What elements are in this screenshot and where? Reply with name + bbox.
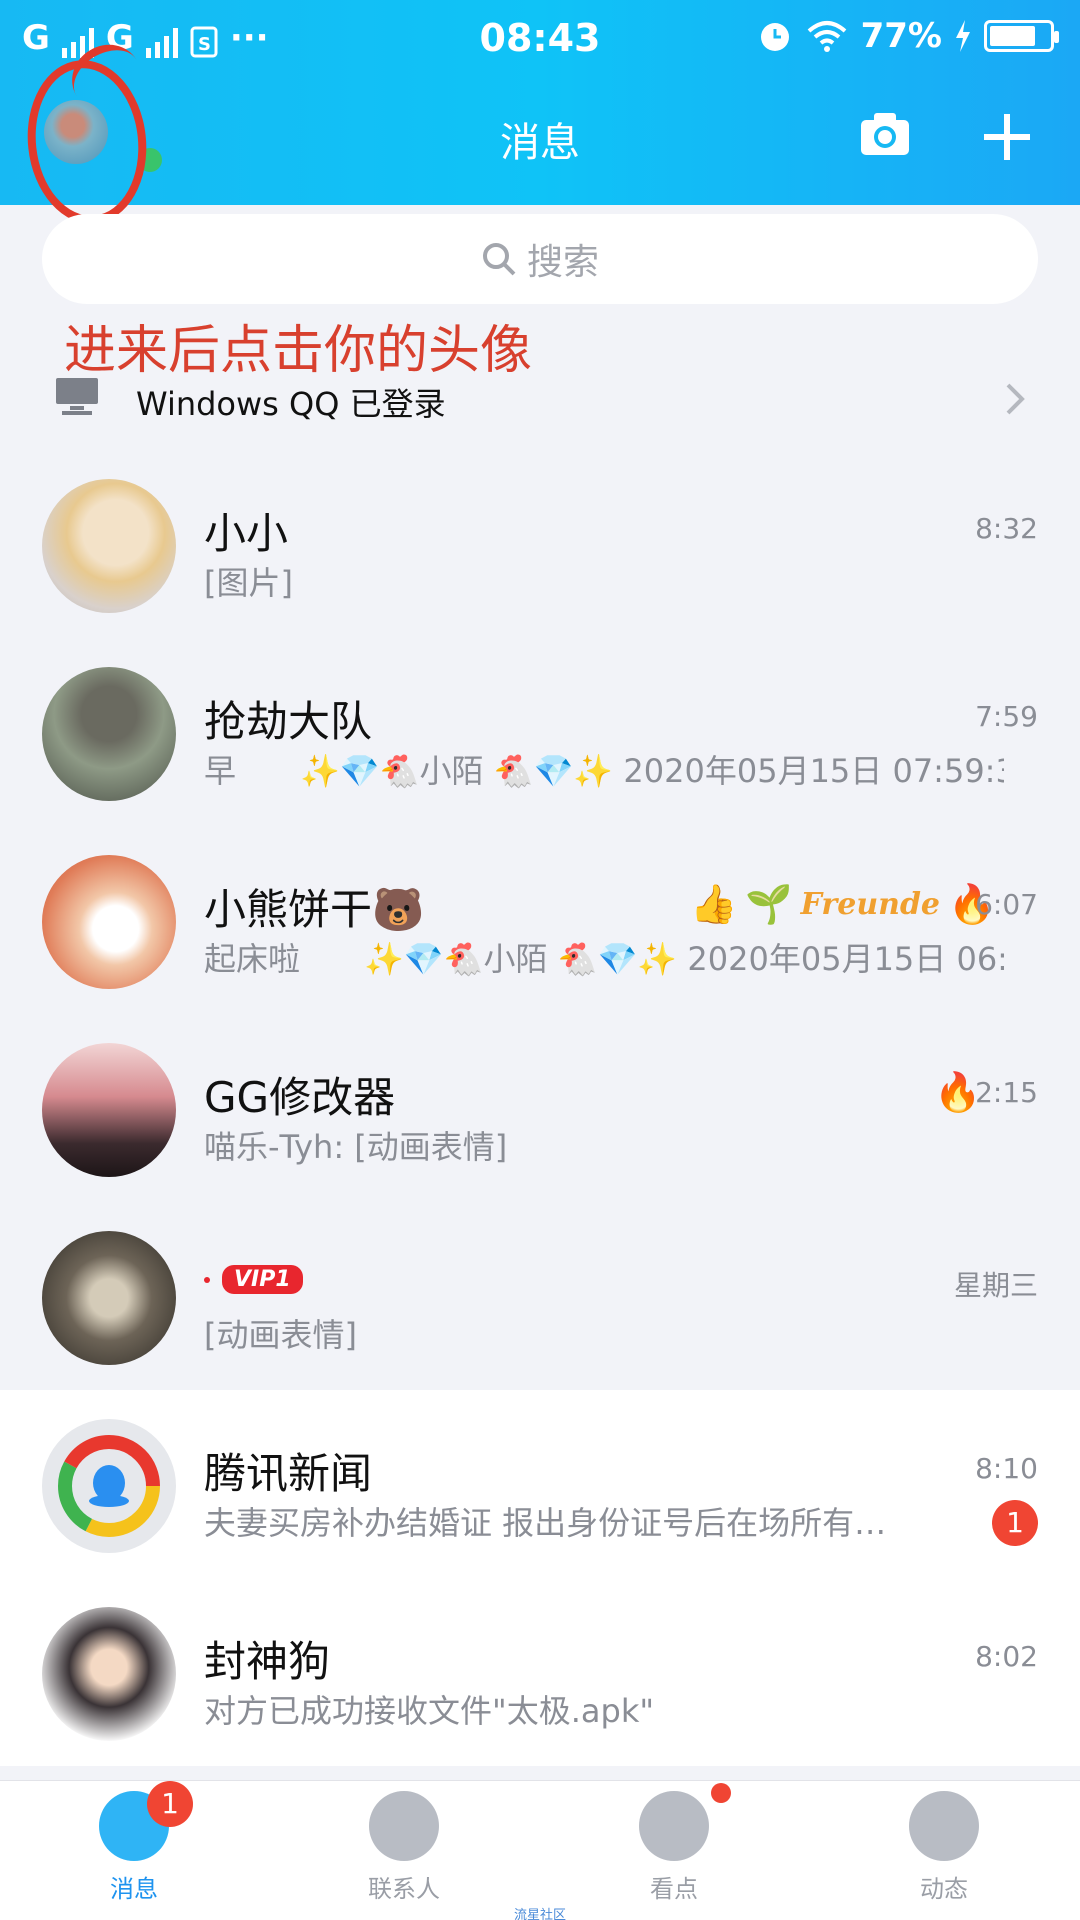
chat-time: 星期三: [953, 1269, 1038, 1302]
chat-preview: 夫妻买房补办结婚证 报出身份证号后在场所有…: [204, 1504, 887, 1542]
chat-time: 7:59: [975, 700, 1038, 733]
chat-name: GG修改器: [204, 1073, 396, 1122]
avatar: [42, 479, 176, 613]
name-dot: [204, 1276, 210, 1283]
chat-time: 6:07: [975, 888, 1038, 921]
avatar: [42, 1043, 176, 1177]
computer-icon: [56, 378, 98, 415]
tab-label: 消息: [110, 1875, 158, 1903]
battery-level: [990, 26, 1035, 46]
chat-name: .VIP1: [204, 1252, 303, 1301]
chat-time: 8:02: [975, 1640, 1038, 1673]
search-bar[interactable]: 搜索: [42, 214, 1038, 304]
tab-label: 看点: [650, 1875, 698, 1903]
title-bar: G G S ··· 08:43 77% 6 消息: [0, 0, 1080, 230]
search-placeholder: 搜索: [526, 242, 599, 283]
contacts-icon: [369, 1791, 439, 1861]
pc-login-text: Windows QQ 已登录: [136, 385, 446, 423]
tab-moments[interactable]: 动态: [864, 1791, 1024, 1904]
chat-name: 腾讯新闻: [204, 1449, 373, 1498]
battery-percent: 77%: [860, 16, 942, 56]
chat-time: 8:32: [975, 512, 1038, 545]
chat-row-fengshengou[interactable]: 封神狗 对方已成功接收文件"太极.apk" 8:02: [0, 1578, 1080, 1766]
wifi-icon: [807, 21, 846, 52]
vip-badge: VIP1: [222, 1265, 303, 1294]
camera-icon[interactable]: [860, 112, 910, 156]
chat-name: 抢劫大队: [204, 697, 373, 746]
chat-preview: [动画表情]: [204, 1316, 357, 1354]
chat-preview: [图片]: [204, 564, 293, 602]
chat-row-xiaoxiong[interactable]: 小熊饼干🐻 👍 🌱 Freunde 🔥 起床啦 ✨💎🐔小陌 🐔💎✨ 2020年0…: [0, 826, 1080, 1014]
chat-row-tencent-news[interactable]: 腾讯新闻 夫妻买房补办结婚证 报出身份证号后在场所有… 8:10 1: [0, 1390, 1080, 1578]
chevron-right-icon: [1006, 383, 1025, 415]
page-title: 消息: [500, 120, 580, 166]
chat-row-qiangjie[interactable]: 抢劫大队 早 ✨💎🐔小陌 🐔💎✨ 2020年05月15日 07:59:34 7:…: [0, 638, 1080, 826]
chat-preview: 起床啦 ✨💎🐔小陌 🐔💎✨ 2020年05月15日 06:…: [204, 940, 1004, 978]
tab-dot: [711, 1783, 731, 1803]
pc-login-row[interactable]: Windows QQ 已登录: [0, 365, 1080, 435]
tab-label: 动态: [920, 1875, 968, 1903]
bottom-nav: 1 消息 联系人 看点 动态: [0, 1780, 1080, 1920]
chat-time: 2:15: [975, 1076, 1038, 1109]
sprout-icon: 🌱: [745, 882, 793, 926]
message-bubble-icon: 1: [99, 1781, 193, 1861]
watermark: 流星社区: [513, 1908, 566, 1920]
tab-kandian[interactable]: 看点: [594, 1783, 754, 1904]
chat-preview: 早 ✨💎🐔小陌 🐔💎✨ 2020年05月15日 07:59:34: [204, 752, 1004, 790]
alarm-icon: [760, 23, 789, 51]
chat-time: 8:10: [975, 1452, 1038, 1485]
tab-contacts[interactable]: 联系人: [324, 1791, 484, 1904]
planet-icon: [909, 1791, 979, 1861]
unread-badge: 1: [992, 1500, 1038, 1546]
news-logo-icon: [58, 1435, 160, 1537]
chat-row-xiaoxiao[interactable]: 小小 [图片] 8:32: [0, 450, 1080, 638]
avatar: [42, 667, 176, 801]
freunde-badge: Freunde: [800, 887, 941, 922]
chat-row-gg[interactable]: GG修改器 🔥 喵乐-Tyh: [动画表情] 2:15: [0, 1014, 1080, 1202]
chat-name: 小小: [204, 509, 289, 558]
tab-label: 联系人: [368, 1875, 440, 1903]
tab-badge: 1: [147, 1781, 193, 1827]
battery-icon: [984, 20, 1059, 52]
chat-decorations: 👍 🌱 Freunde 🔥: [690, 882, 995, 927]
chat-preview: 喵乐-Tyh: [动画表情]: [204, 1128, 508, 1166]
status-right: 77%: [757, 16, 1059, 56]
chat-name: 小熊饼干🐻: [204, 885, 425, 934]
chat-preview: 对方已成功接收文件"太极.apk": [204, 1692, 655, 1730]
avatar: [42, 855, 176, 989]
eye-icon: [639, 1783, 731, 1861]
chat-name: 封神狗: [204, 1637, 331, 1686]
tab-messages[interactable]: 1 消息: [54, 1781, 214, 1904]
thumbs-up-icon: 👍: [690, 882, 738, 926]
chat-list: 小小 [图片] 8:32 抢劫大队 早 ✨💎🐔小陌 🐔💎✨ 2020年05月15…: [0, 450, 1080, 1766]
avatar: [42, 1607, 176, 1741]
chat-row-vip[interactable]: .VIP1 [动画表情] 星期三: [0, 1202, 1080, 1390]
charging-icon: [956, 20, 970, 52]
avatar: [42, 1231, 176, 1365]
search-icon: [482, 243, 516, 276]
plus-icon[interactable]: [982, 112, 1032, 162]
tencent-news-logo: [42, 1419, 176, 1553]
status-bar: G G S ··· 08:43 77%: [0, 12, 1080, 68]
